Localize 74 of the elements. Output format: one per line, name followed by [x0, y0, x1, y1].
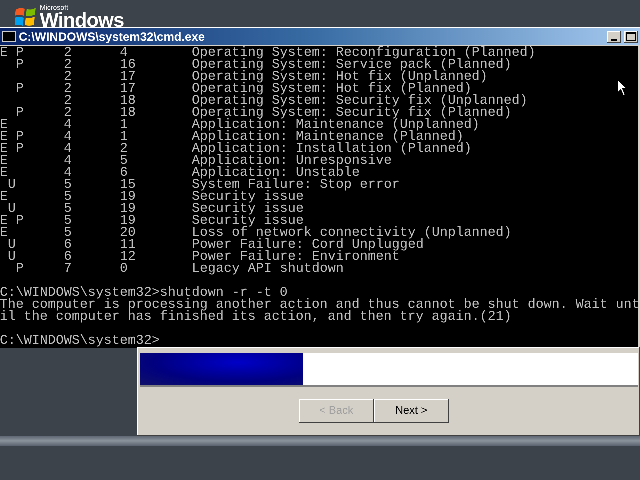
- major-code: 4: [64, 120, 73, 132]
- reason-flags: E: [0, 168, 8, 180]
- major-code: 2: [64, 60, 73, 72]
- reason-flags: E: [0, 120, 9, 132]
- reason-flags: E P: [0, 144, 25, 156]
- minimize-icon: [611, 38, 617, 40]
- minor-code: 5: [120, 156, 129, 168]
- major-code: 5: [64, 204, 73, 216]
- reason-flags: P: [14, 264, 25, 276]
- minor-code: 1: [120, 132, 129, 144]
- major-code: 2: [64, 72, 73, 84]
- reason-flags: U: [6, 252, 17, 264]
- minor-code: 0: [120, 264, 129, 276]
- reason-text: Security issue: [192, 192, 304, 204]
- major-code: 7: [64, 264, 73, 276]
- minimize-button[interactable]: [607, 30, 621, 42]
- minor-code: 1: [120, 120, 129, 132]
- minor-code: 19: [120, 192, 137, 204]
- maximize-button[interactable]: [624, 30, 638, 42]
- next-button[interactable]: Next >: [374, 399, 449, 423]
- reason-text: Application: Unstable: [192, 168, 360, 180]
- minor-code: 19: [120, 204, 137, 216]
- console-line: C:\WINDOWS\system32>: [0, 333, 161, 348]
- mouse-pointer-icon: [617, 79, 628, 97]
- reason-flags: U: [8, 204, 17, 216]
- major-code: 4: [64, 144, 73, 156]
- reason-flags: E: [0, 228, 8, 240]
- reason-flags: P: [14, 60, 25, 72]
- minor-code: 2: [120, 144, 129, 156]
- minor-code: 16: [120, 60, 137, 72]
- minor-code: 17: [120, 72, 137, 84]
- reason-flags: U: [8, 180, 17, 192]
- minor-code: 4: [120, 48, 128, 60]
- reason-flags: E: [0, 156, 9, 168]
- windows-flag-icon: [15, 6, 37, 27]
- major-code: 2: [64, 108, 73, 120]
- console-line: il the computer has finished its action, and then try again.(21): [0, 312, 513, 324]
- major-code: 5: [64, 228, 73, 240]
- reason-flags: U: [6, 240, 17, 252]
- major-code: 6: [64, 240, 73, 252]
- major-code: 6: [64, 252, 73, 264]
- minor-code: 12: [120, 252, 137, 264]
- minor-code: 18: [120, 96, 137, 108]
- reason-text: System Failure: Stop error: [192, 180, 400, 192]
- reason-flags: P: [14, 108, 25, 120]
- major-code: 4: [64, 168, 73, 180]
- major-code: 2: [64, 48, 73, 60]
- console-icon: [2, 31, 16, 42]
- reason-flags: E P: [0, 132, 25, 144]
- minor-code: 18: [120, 108, 137, 120]
- major-code: 4: [64, 156, 73, 168]
- minor-code: 17: [120, 84, 137, 96]
- maximize-icon: [626, 32, 636, 40]
- reason-text: Legacy API shutdown: [192, 264, 344, 276]
- major-code: 4: [64, 132, 73, 144]
- reason-text: Application: Unresponsive: [192, 156, 392, 168]
- minor-code: 19: [120, 216, 137, 228]
- window-title: C:\WINDOWS\system32\cmd.exe: [19, 30, 206, 44]
- reason-flags: E P: [0, 216, 25, 228]
- logo-wordmark: Windows: [40, 11, 124, 27]
- reason-text: Security issue: [192, 204, 304, 216]
- major-code: 5: [64, 180, 73, 192]
- reason-flags: E: [0, 192, 8, 204]
- reason-flags: P: [14, 84, 25, 96]
- major-code: 5: [64, 192, 73, 204]
- minor-code: 11: [120, 240, 137, 252]
- reason-flags: E P: [0, 48, 25, 60]
- reason-text: Security issue: [192, 216, 304, 228]
- minor-code: 15: [120, 180, 137, 192]
- major-code: 2: [64, 96, 73, 108]
- major-code: 5: [64, 216, 73, 228]
- major-code: 2: [64, 84, 73, 96]
- minor-code: 6: [120, 168, 128, 180]
- minor-code: 20: [120, 228, 137, 240]
